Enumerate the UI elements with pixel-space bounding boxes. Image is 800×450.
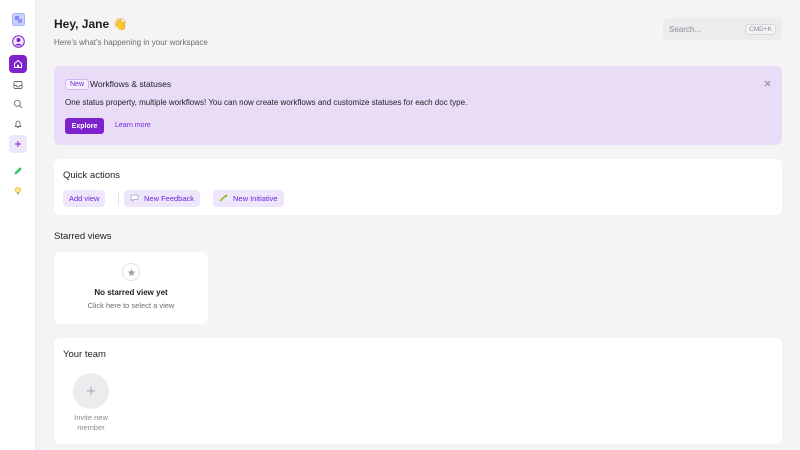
search-placeholder: Search...: [669, 24, 702, 34]
banner-title: Workflows & statuses: [90, 79, 172, 89]
new-feedback-label: New Feedback: [144, 194, 195, 203]
new-initiative-label: New Initiative: [233, 194, 278, 203]
starred-empty-hint: Click here to select a view: [87, 301, 175, 310]
close-icon[interactable]: [762, 78, 772, 88]
speech-bubble-icon: [130, 194, 139, 204]
page-title: Hey, Jane 👋: [54, 17, 128, 31]
page-subtitle: Here's what's happening in your workspac…: [54, 38, 208, 47]
search-shortcut-badge: CMD+K: [745, 23, 776, 35]
banner-description: One status property, multiple workflows!…: [65, 98, 468, 107]
add-view-button[interactable]: Add view: [63, 190, 106, 207]
search-input[interactable]: Search... CMD+K: [663, 18, 782, 40]
invite-member-label: Invite new member: [74, 413, 108, 432]
user-avatar-icon[interactable]: [9, 32, 27, 50]
star-icon: [122, 263, 140, 281]
search-icon[interactable]: [9, 95, 27, 113]
home-icon[interactable]: [9, 55, 27, 73]
bell-icon[interactable]: [9, 115, 27, 133]
new-initiative-button[interactable]: New Initiative: [213, 190, 284, 207]
main-content: Hey, Jane 👋 Here's what's happening in y…: [36, 0, 800, 450]
new-badge: New: [65, 79, 90, 90]
quick-actions-card: Quick actions Add view New Feedback New …: [54, 159, 782, 215]
pencil-icon[interactable]: [9, 162, 27, 180]
workspace-logo-icon[interactable]: [9, 10, 27, 28]
lightbulb-icon[interactable]: [9, 182, 27, 200]
sprout-icon: [219, 194, 228, 204]
your-team-card: Your team Invite new member: [54, 338, 782, 444]
your-team-title: Your team: [63, 349, 106, 360]
explore-button[interactable]: Explore: [65, 118, 104, 134]
new-feedback-button[interactable]: New Feedback: [124, 190, 201, 207]
sidebar: [0, 0, 36, 450]
starred-views-title: Starred views: [54, 231, 112, 242]
inbox-icon[interactable]: [9, 76, 27, 94]
divider: [118, 192, 119, 205]
add-view-label: Add view: [69, 194, 100, 203]
plus-icon[interactable]: [9, 135, 27, 153]
invite-member-button[interactable]: [73, 373, 109, 409]
starred-views-empty-card[interactable]: No starred view yet Click here to select…: [54, 252, 208, 324]
learn-more-link[interactable]: Learn more: [115, 122, 151, 129]
announcement-banner: New Workflows & statuses One status prop…: [54, 66, 782, 145]
starred-empty-title: No starred view yet: [94, 288, 168, 297]
plus-icon: [87, 387, 95, 395]
quick-actions-title: Quick actions: [63, 170, 121, 181]
